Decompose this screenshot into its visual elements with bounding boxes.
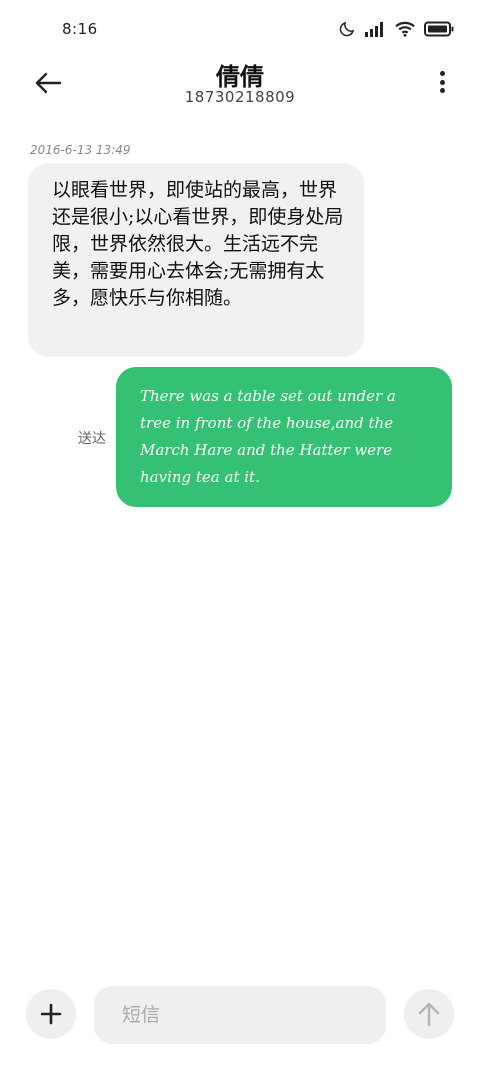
contact-number: 18730218809 [184, 88, 296, 106]
more-options-button[interactable] [432, 65, 452, 99]
arrow-up-icon [418, 1002, 440, 1027]
conversation-header: 倩倩 18730218809 [0, 55, 480, 115]
status-icons [338, 20, 454, 38]
status-bar: 8:16 [0, 0, 480, 60]
wifi-icon [394, 20, 416, 38]
status-time: 8:16 [62, 20, 98, 38]
plus-icon [40, 1003, 62, 1025]
outgoing-message-text: There was a table set out under a tree i… [140, 387, 396, 486]
more-vertical-icon [439, 71, 445, 76]
delivery-status: 送达 [78, 431, 106, 447]
battery-icon [424, 21, 454, 37]
moon-icon [338, 20, 356, 38]
add-attachment-button[interactable] [26, 989, 76, 1039]
incoming-message-bubble[interactable]: 以眼看世界，即使站的最高，世界还是很小;以心看世界，即使身处局限，世界依然很大。… [28, 163, 364, 357]
send-button[interactable] [404, 989, 454, 1039]
message-timestamp: 2016-6-13 13:49 [30, 143, 131, 157]
incoming-message-text: 以眼看世界，即使站的最高，世界还是很小;以心看世界，即使身处局限，世界依然很大。… [52, 179, 344, 309]
message-input[interactable] [94, 986, 386, 1044]
outgoing-message-bubble[interactable]: There was a table set out under a tree i… [116, 367, 452, 507]
contact-name: 倩倩 [216, 63, 264, 91]
signal-icon [364, 21, 386, 37]
